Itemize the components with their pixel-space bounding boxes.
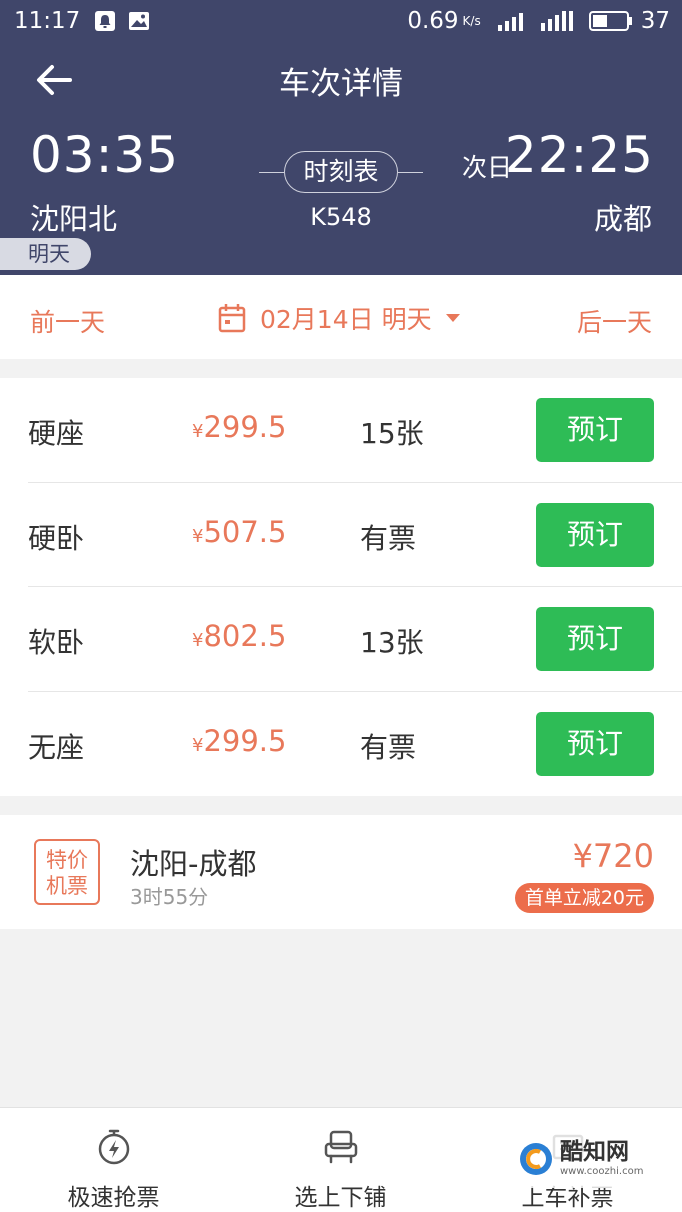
date-picker[interactable]: 02月14日 明天 bbox=[218, 301, 460, 335]
selected-date: 02月14日 明天 bbox=[260, 305, 432, 334]
divider-line-right bbox=[398, 172, 423, 173]
notification-bell-icon bbox=[95, 11, 116, 31]
book-button[interactable]: 预订 bbox=[536, 398, 654, 462]
seat-icon bbox=[324, 1130, 358, 1164]
coozhi-logo-icon bbox=[520, 1143, 552, 1175]
date-bar: 前一天 02月14日 明天 后一天 bbox=[0, 275, 682, 359]
status-bar: 11:17 0.69 K/s 37 bbox=[0, 0, 682, 42]
seat-type: 硬卧 bbox=[28, 521, 85, 555]
calendar-icon bbox=[218, 304, 246, 333]
image-notification-icon bbox=[129, 12, 150, 30]
seat-price: ¥299.5 bbox=[192, 724, 286, 758]
seat-availability: 15张 bbox=[360, 417, 424, 450]
flight-duration: 3时55分 bbox=[130, 885, 209, 909]
title-bar: 车次详情 bbox=[0, 50, 682, 110]
tab-label: 极速抢票 bbox=[67, 1185, 160, 1211]
status-time: 11:17 bbox=[14, 8, 81, 34]
flight-promo-card[interactable]: 特价 机票 沈阳-成都 3时55分 ¥720 首单立减20元 bbox=[0, 815, 682, 929]
book-button[interactable]: 预订 bbox=[536, 711, 654, 776]
arrival-station: 成都 bbox=[593, 202, 652, 236]
departure-station: 沈阳北 bbox=[30, 202, 118, 236]
seat-price-value: 507.5 bbox=[203, 514, 287, 549]
watermark: 酷知网 www.coozhi.com bbox=[512, 1130, 662, 1188]
seat-availability: 有票 bbox=[360, 730, 417, 764]
currency-symbol: ¥ bbox=[192, 630, 204, 651]
network-speed-unit: K/s bbox=[462, 14, 481, 28]
cellular-4g-signal-icon bbox=[540, 11, 573, 31]
flight-route: 沈阳-成都 bbox=[130, 847, 257, 881]
tab-choose-berth[interactable]: 选上下铺 bbox=[227, 1108, 454, 1212]
battery-level: 37 bbox=[640, 8, 670, 34]
seat-type: 无座 bbox=[28, 730, 85, 764]
seat-availability: 13张 bbox=[360, 626, 424, 659]
seat-row: 软卧 ¥802.5 13张 预订 bbox=[28, 587, 682, 692]
currency-symbol: ¥ bbox=[192, 734, 204, 756]
watermark-name: 酷知网 bbox=[560, 1139, 629, 1165]
divider-line-left bbox=[259, 172, 284, 173]
currency-symbol: ¥ bbox=[192, 525, 204, 547]
train-detail-screen: 11:17 0.69 K/s 37 车次详情 03:35 沈阳北 明天 时刻表 … bbox=[0, 0, 682, 1212]
tab-label: 选上下铺 bbox=[294, 1185, 387, 1211]
chevron-down-icon bbox=[445, 314, 460, 322]
seat-availability: 有票 bbox=[360, 521, 417, 555]
flight-price: ¥720 bbox=[572, 837, 654, 875]
seat-list: 硬座 ¥299.5 15张 预订 硬卧 ¥507.5 有票 预订 软卧 ¥802… bbox=[0, 378, 682, 796]
watermark-text: 酷知网 www.coozhi.com bbox=[560, 1139, 643, 1179]
seat-type: 软卧 bbox=[28, 626, 85, 659]
previous-day-button[interactable]: 前一天 bbox=[30, 303, 105, 339]
seat-type: 硬座 bbox=[28, 417, 85, 450]
book-button[interactable]: 预订 bbox=[536, 502, 654, 567]
seat-row: 无座 ¥299.5 有票 预订 bbox=[28, 692, 682, 797]
timetable-button[interactable]: 时刻表 bbox=[284, 151, 398, 193]
seat-price-value: 299.5 bbox=[203, 410, 287, 444]
departure-day-tag: 明天 bbox=[0, 238, 91, 270]
stopwatch-lightning-icon bbox=[98, 1129, 130, 1165]
tab-fast-grab-ticket[interactable]: 极速抢票 bbox=[0, 1108, 227, 1212]
seat-row: 硬座 ¥299.5 15张 预订 bbox=[28, 378, 682, 483]
page-title: 车次详情 bbox=[279, 66, 403, 102]
seat-price: ¥507.5 bbox=[192, 515, 286, 549]
departure-time: 03:35 bbox=[30, 126, 180, 184]
seat-price: ¥802.5 bbox=[192, 619, 286, 653]
badge-line-2: 机票 bbox=[46, 874, 88, 898]
next-day-button[interactable]: 后一天 bbox=[577, 303, 652, 339]
arrival-time: 22:25 bbox=[504, 126, 654, 184]
watermark-url: www.coozhi.com bbox=[560, 1166, 644, 1177]
train-number: K548 bbox=[310, 203, 372, 231]
seat-price-value: 299.5 bbox=[203, 723, 287, 758]
seat-price: ¥299.5 bbox=[192, 410, 286, 444]
currency-symbol: ¥ bbox=[192, 421, 204, 442]
train-header: 11:17 0.69 K/s 37 车次详情 03:35 沈阳北 明天 时刻表 … bbox=[0, 0, 682, 275]
network-speed: 0.69 bbox=[407, 8, 459, 34]
flight-deal-badge: 特价 机票 bbox=[34, 839, 100, 905]
badge-line-1: 特价 bbox=[46, 848, 88, 872]
back-arrow-icon[interactable] bbox=[30, 60, 82, 100]
seat-price-value: 802.5 bbox=[203, 619, 287, 653]
battery-icon bbox=[588, 11, 632, 31]
first-order-discount-badge: 首单立减20元 bbox=[514, 883, 654, 913]
status-right-group: 0.69 K/s 37 bbox=[407, 8, 670, 34]
book-button[interactable]: 预订 bbox=[536, 607, 654, 671]
seat-row: 硬卧 ¥507.5 有票 预订 bbox=[28, 483, 682, 587]
wifi-signal-icon bbox=[497, 13, 523, 31]
